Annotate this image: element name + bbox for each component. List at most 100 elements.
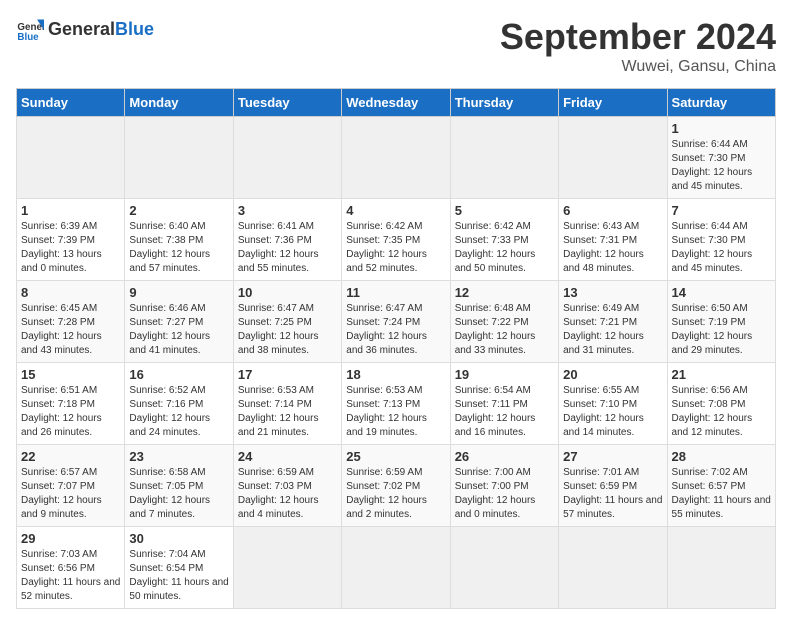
- day-number: 2: [129, 203, 228, 218]
- calendar-cell: 8 Sunrise: 6:45 AMSunset: 7:28 PMDayligh…: [17, 281, 125, 363]
- day-number: 22: [21, 449, 120, 464]
- calendar-cell: [559, 527, 667, 609]
- calendar-cell: 22 Sunrise: 6:57 AMSunset: 7:07 PMDaylig…: [17, 445, 125, 527]
- calendar-cell: 10 Sunrise: 6:47 AMSunset: 7:25 PMDaylig…: [233, 281, 341, 363]
- day-info: Sunrise: 6:53 AMSunset: 7:13 PMDaylight:…: [346, 384, 445, 440]
- day-number: 11: [346, 285, 445, 300]
- calendar-cell: 1 Sunrise: 6:39 AMSunset: 7:39 PMDayligh…: [17, 199, 125, 281]
- calendar-cell: [450, 117, 558, 199]
- calendar-cell: 2 Sunrise: 6:40 AMSunset: 7:38 PMDayligh…: [125, 199, 233, 281]
- calendar-cell: 1 Sunrise: 6:44 AMSunset: 7:30 PMDayligh…: [667, 117, 775, 199]
- calendar-cell: 7 Sunrise: 6:44 AMSunset: 7:30 PMDayligh…: [667, 199, 775, 281]
- day-number: 16: [129, 367, 228, 382]
- day-info: Sunrise: 6:59 AMSunset: 7:02 PMDaylight:…: [346, 466, 445, 522]
- day-number: 24: [238, 449, 337, 464]
- calendar-cell: 20 Sunrise: 6:55 AMSunset: 7:10 PMDaylig…: [559, 363, 667, 445]
- calendar-cell: [17, 117, 125, 199]
- day-info: Sunrise: 6:51 AMSunset: 7:18 PMDaylight:…: [21, 384, 120, 440]
- day-info: Sunrise: 7:00 AMSunset: 7:00 PMDaylight:…: [455, 466, 554, 522]
- day-info: Sunrise: 6:42 AMSunset: 7:35 PMDaylight:…: [346, 220, 445, 276]
- day-number: 25: [346, 449, 445, 464]
- day-info: Sunrise: 7:04 AMSunset: 6:54 PMDaylight:…: [129, 548, 228, 604]
- calendar-week-row: 29 Sunrise: 7:03 AMSunset: 6:56 PMDaylig…: [17, 527, 776, 609]
- day-number: 12: [455, 285, 554, 300]
- calendar-cell: 29 Sunrise: 7:03 AMSunset: 6:56 PMDaylig…: [17, 527, 125, 609]
- day-info: Sunrise: 6:53 AMSunset: 7:14 PMDaylight:…: [238, 384, 337, 440]
- day-number: 30: [129, 531, 228, 546]
- day-info: Sunrise: 7:02 AMSunset: 6:57 PMDaylight:…: [672, 466, 771, 522]
- day-info: Sunrise: 6:58 AMSunset: 7:05 PMDaylight:…: [129, 466, 228, 522]
- calendar-cell: 17 Sunrise: 6:53 AMSunset: 7:14 PMDaylig…: [233, 363, 341, 445]
- day-number: 26: [455, 449, 554, 464]
- calendar-cell: 28 Sunrise: 7:02 AMSunset: 6:57 PMDaylig…: [667, 445, 775, 527]
- calendar-cell: [342, 527, 450, 609]
- day-info: Sunrise: 6:55 AMSunset: 7:10 PMDaylight:…: [563, 384, 662, 440]
- day-info: Sunrise: 6:45 AMSunset: 7:28 PMDaylight:…: [21, 302, 120, 358]
- calendar-cell: 23 Sunrise: 6:58 AMSunset: 7:05 PMDaylig…: [125, 445, 233, 527]
- calendar-week-row: 15 Sunrise: 6:51 AMSunset: 7:18 PMDaylig…: [17, 363, 776, 445]
- logo-blue: Blue: [115, 20, 154, 40]
- calendar-cell: 4 Sunrise: 6:42 AMSunset: 7:35 PMDayligh…: [342, 199, 450, 281]
- day-number: 19: [455, 367, 554, 382]
- calendar-week-row: 8 Sunrise: 6:45 AMSunset: 7:28 PMDayligh…: [17, 281, 776, 363]
- calendar-cell: 16 Sunrise: 6:52 AMSunset: 7:16 PMDaylig…: [125, 363, 233, 445]
- calendar-cell: [125, 117, 233, 199]
- day-number: 18: [346, 367, 445, 382]
- logo-general: General: [48, 20, 115, 40]
- day-info: Sunrise: 6:52 AMSunset: 7:16 PMDaylight:…: [129, 384, 228, 440]
- day-number: 29: [21, 531, 120, 546]
- calendar-cell: 21 Sunrise: 6:56 AMSunset: 7:08 PMDaylig…: [667, 363, 775, 445]
- calendar-cell: [342, 117, 450, 199]
- day-number: 5: [455, 203, 554, 218]
- day-number: 17: [238, 367, 337, 382]
- calendar-cell: [450, 527, 558, 609]
- calendar-week-row: 1 Sunrise: 6:39 AMSunset: 7:39 PMDayligh…: [17, 199, 776, 281]
- day-number: 9: [129, 285, 228, 300]
- day-number: 4: [346, 203, 445, 218]
- day-info: Sunrise: 6:50 AMSunset: 7:19 PMDaylight:…: [672, 302, 771, 358]
- column-header-tuesday: Tuesday: [233, 89, 341, 117]
- day-info: Sunrise: 6:39 AMSunset: 7:39 PMDaylight:…: [21, 220, 120, 276]
- logo: General Blue General Blue: [16, 16, 154, 44]
- day-info: Sunrise: 7:03 AMSunset: 6:56 PMDaylight:…: [21, 548, 120, 604]
- calendar-cell: [667, 527, 775, 609]
- calendar-cell: [233, 527, 341, 609]
- calendar-cell: 5 Sunrise: 6:42 AMSunset: 7:33 PMDayligh…: [450, 199, 558, 281]
- calendar-cell: 25 Sunrise: 6:59 AMSunset: 7:02 PMDaylig…: [342, 445, 450, 527]
- day-number: 10: [238, 285, 337, 300]
- location-subtitle: Wuwei, Gansu, China: [500, 58, 776, 76]
- day-info: Sunrise: 6:44 AMSunset: 7:30 PMDaylight:…: [672, 138, 771, 194]
- calendar-cell: 11 Sunrise: 6:47 AMSunset: 7:24 PMDaylig…: [342, 281, 450, 363]
- column-header-sunday: Sunday: [17, 89, 125, 117]
- column-header-thursday: Thursday: [450, 89, 558, 117]
- day-info: Sunrise: 6:56 AMSunset: 7:08 PMDaylight:…: [672, 384, 771, 440]
- calendar-cell: 19 Sunrise: 6:54 AMSunset: 7:11 PMDaylig…: [450, 363, 558, 445]
- day-number: 13: [563, 285, 662, 300]
- calendar-cell: 15 Sunrise: 6:51 AMSunset: 7:18 PMDaylig…: [17, 363, 125, 445]
- day-info: Sunrise: 6:48 AMSunset: 7:22 PMDaylight:…: [455, 302, 554, 358]
- day-info: Sunrise: 6:46 AMSunset: 7:27 PMDaylight:…: [129, 302, 228, 358]
- title-block: September 2024 Wuwei, Gansu, China: [500, 16, 776, 76]
- day-info: Sunrise: 6:59 AMSunset: 7:03 PMDaylight:…: [238, 466, 337, 522]
- calendar-cell: 27 Sunrise: 7:01 AMSunset: 6:59 PMDaylig…: [559, 445, 667, 527]
- calendar-cell: 6 Sunrise: 6:43 AMSunset: 7:31 PMDayligh…: [559, 199, 667, 281]
- month-year-title: September 2024: [500, 16, 776, 58]
- day-number: 1: [21, 203, 120, 218]
- day-info: Sunrise: 6:40 AMSunset: 7:38 PMDaylight:…: [129, 220, 228, 276]
- column-header-monday: Monday: [125, 89, 233, 117]
- day-info: Sunrise: 6:41 AMSunset: 7:36 PMDaylight:…: [238, 220, 337, 276]
- day-number: 3: [238, 203, 337, 218]
- calendar-cell: 12 Sunrise: 6:48 AMSunset: 7:22 PMDaylig…: [450, 281, 558, 363]
- calendar-cell: 9 Sunrise: 6:46 AMSunset: 7:27 PMDayligh…: [125, 281, 233, 363]
- day-info: Sunrise: 6:47 AMSunset: 7:25 PMDaylight:…: [238, 302, 337, 358]
- svg-text:Blue: Blue: [17, 32, 39, 43]
- day-number: 20: [563, 367, 662, 382]
- column-header-friday: Friday: [559, 89, 667, 117]
- day-number: 21: [672, 367, 771, 382]
- day-info: Sunrise: 6:42 AMSunset: 7:33 PMDaylight:…: [455, 220, 554, 276]
- calendar-cell: 18 Sunrise: 6:53 AMSunset: 7:13 PMDaylig…: [342, 363, 450, 445]
- calendar-cell: 13 Sunrise: 6:49 AMSunset: 7:21 PMDaylig…: [559, 281, 667, 363]
- calendar-week-row: 1 Sunrise: 6:44 AMSunset: 7:30 PMDayligh…: [17, 117, 776, 199]
- day-info: Sunrise: 6:49 AMSunset: 7:21 PMDaylight:…: [563, 302, 662, 358]
- day-number: 6: [563, 203, 662, 218]
